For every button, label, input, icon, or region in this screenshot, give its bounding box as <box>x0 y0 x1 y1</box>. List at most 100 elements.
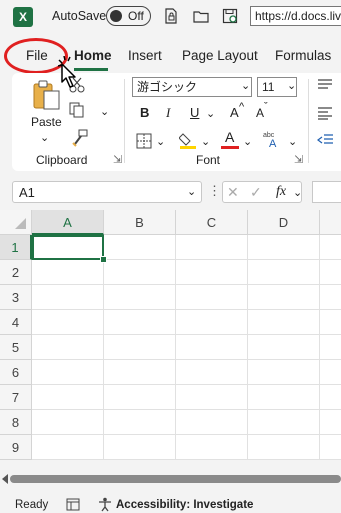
format-painter-icon[interactable] <box>71 129 89 147</box>
font-size-value: 11 <box>262 80 275 94</box>
status-bar: Ready Accessibility: Investigate <box>0 494 341 513</box>
bold-button[interactable]: B <box>140 105 149 120</box>
font-color-button[interactable]: A <box>225 129 234 145</box>
select-all-corner[interactable] <box>0 210 32 235</box>
name-box[interactable]: A1 ⌄ <box>12 181 202 203</box>
row-header-9[interactable]: 9 <box>0 435 32 460</box>
autosave-state: Off <box>128 9 144 23</box>
shrink-font-caret-icon: ˇ <box>264 101 268 113</box>
gridline <box>103 235 104 460</box>
gridline <box>32 409 341 410</box>
gridline <box>32 459 341 460</box>
clipboard-launcher-icon[interactable]: ⇲ <box>113 153 122 166</box>
column-header-d[interactable]: D <box>248 210 320 235</box>
tab-page-layout[interactable]: Page Layout <box>182 48 258 63</box>
fill-color-icon[interactable] <box>179 130 197 150</box>
toggle-knob <box>110 9 122 22</box>
row-header-1[interactable]: 1 <box>0 235 32 260</box>
column-header-a[interactable]: A <box>32 210 104 235</box>
column-header-b[interactable]: B <box>104 210 176 235</box>
gridline <box>32 309 341 310</box>
font-launcher-icon[interactable]: ⇲ <box>294 153 303 166</box>
row-header-5[interactable]: 5 <box>0 335 32 360</box>
enter-icon[interactable]: ✓ <box>250 184 262 201</box>
phonetic-dropdown-icon[interactable]: ⌄ <box>288 135 297 148</box>
font-name-value: 游ゴシック <box>137 80 198 94</box>
spreadsheet-grid: A B C D 1 2 3 4 5 6 7 8 9 <box>0 210 341 460</box>
underline-dropdown-icon[interactable]: ⌄ <box>206 107 215 120</box>
gridline <box>32 334 341 335</box>
tab-insert[interactable]: Insert <box>128 48 162 63</box>
folder-icon[interactable] <box>193 8 209 24</box>
document-lock-icon[interactable] <box>163 8 179 24</box>
gridline <box>32 434 341 435</box>
selected-cell[interactable] <box>32 235 104 260</box>
fill-handle[interactable] <box>100 256 107 263</box>
phonetic-guide-icon[interactable]: abc A <box>262 129 286 149</box>
align-top-icon[interactable] <box>317 78 333 92</box>
accessibility-status[interactable]: Accessibility: Investigate <box>116 499 253 511</box>
cancel-icon[interactable]: ✕ <box>227 184 239 201</box>
horizontal-scrollbar[interactable] <box>0 470 341 486</box>
excel-logo-icon: X <box>13 7 36 27</box>
row-header-7[interactable]: 7 <box>0 385 32 410</box>
select-all-triangle-icon <box>15 218 26 229</box>
gridline <box>32 359 341 360</box>
scrollbar-thumb[interactable] <box>10 475 341 483</box>
group-divider <box>124 79 125 163</box>
decrease-indent-icon[interactable] <box>317 133 333 147</box>
align-left-icon[interactable] <box>317 106 333 120</box>
workbook-statistics-icon[interactable] <box>66 498 80 511</box>
gridline <box>175 235 176 460</box>
borders-dropdown-icon[interactable]: ⌄ <box>156 135 165 148</box>
shrink-font-button[interactable]: A <box>256 106 264 120</box>
accessibility-icon[interactable] <box>97 497 113 512</box>
formula-input[interactable] <box>312 181 341 203</box>
more-options-icon[interactable]: ⋮ <box>208 183 221 199</box>
copy-dropdown-icon[interactable]: ⌄ <box>100 105 109 118</box>
column-header-e[interactable] <box>320 210 341 235</box>
row-header-8[interactable]: 8 <box>0 410 32 435</box>
row-header-4[interactable]: 4 <box>0 310 32 335</box>
gridline <box>32 384 341 385</box>
grow-font-button[interactable]: A <box>230 105 239 120</box>
font-color-dropdown-icon[interactable]: ⌄ <box>243 135 252 148</box>
row-header-3[interactable]: 3 <box>0 285 32 310</box>
borders-icon[interactable] <box>136 133 152 149</box>
italic-button[interactable]: I <box>166 105 170 121</box>
gridline <box>247 235 248 460</box>
name-box-dropdown-icon[interactable]: ⌄ <box>187 185 196 198</box>
gridline <box>32 284 341 285</box>
save-sync-icon[interactable] <box>222 8 238 24</box>
row-header-6[interactable]: 6 <box>0 360 32 385</box>
font-color-swatch <box>221 146 239 149</box>
autosave-label: AutoSave <box>52 9 107 23</box>
clipboard-group-label: Clipboard <box>36 153 88 167</box>
insert-function-icon[interactable]: fx <box>276 184 286 200</box>
title-bar: X AutoSave Off https://d.docs.live <box>0 0 341 34</box>
gridline <box>319 235 320 460</box>
group-divider <box>308 79 309 163</box>
url-box[interactable]: https://d.docs.live <box>250 6 341 26</box>
autosave-toggle[interactable]: Off <box>106 6 151 26</box>
fx-dropdown-icon[interactable]: ⌄ <box>293 186 302 199</box>
mouse-pointer-icon <box>58 56 76 88</box>
grow-font-caret-icon: ^ <box>239 101 245 113</box>
font-name-dropdown-icon[interactable]: ⌄ <box>241 79 250 92</box>
status-ready: Ready <box>15 499 49 511</box>
tab-formulas[interactable]: Formulas <box>275 48 331 63</box>
name-box-value: A1 <box>19 185 35 200</box>
paste-label[interactable]: Paste <box>31 115 62 129</box>
paste-dropdown-icon[interactable]: ⌄ <box>40 131 49 144</box>
scroll-left-arrow-icon[interactable] <box>2 474 8 484</box>
fill-color-dropdown-icon[interactable]: ⌄ <box>201 135 210 148</box>
font-size-dropdown-icon[interactable]: ⌄ <box>287 79 296 92</box>
underline-button[interactable]: U <box>190 105 199 120</box>
svg-text:A: A <box>269 138 277 149</box>
column-header-c[interactable]: C <box>176 210 248 235</box>
formula-controls: ✕ ✓ fx ⌄ <box>222 181 302 203</box>
font-name-box[interactable]: 游ゴシック <box>132 77 252 97</box>
font-group-label: Font <box>196 153 221 167</box>
row-header-2[interactable]: 2 <box>0 260 32 285</box>
copy-icon[interactable] <box>68 101 86 119</box>
